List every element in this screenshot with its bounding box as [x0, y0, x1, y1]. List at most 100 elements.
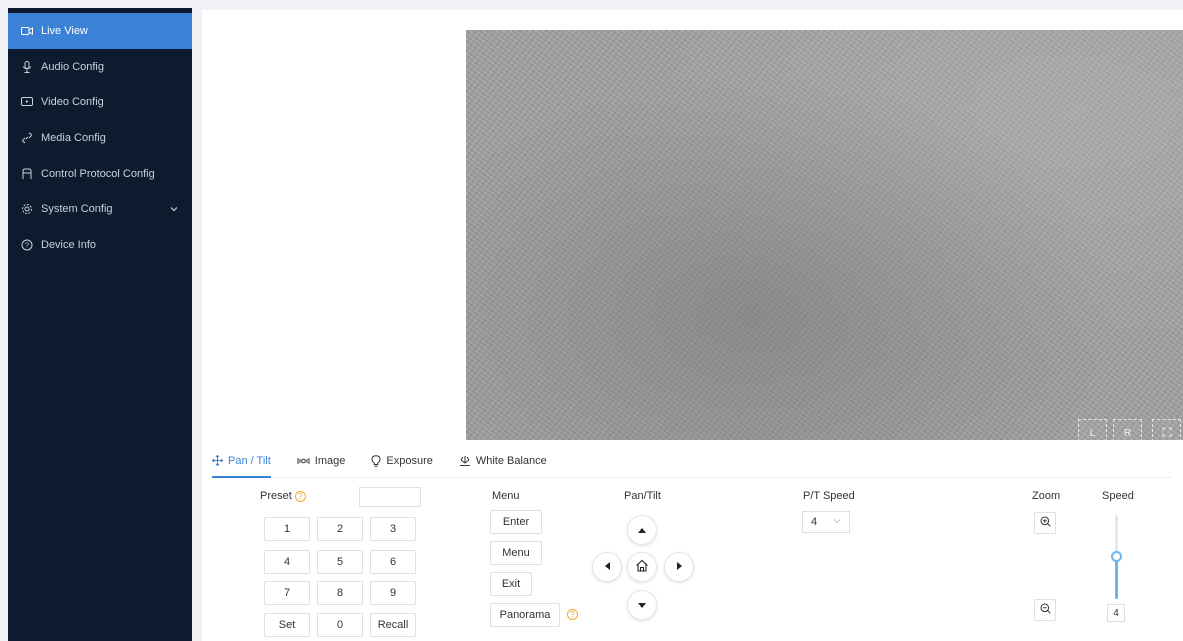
fullscreen-icon	[1162, 427, 1172, 440]
help-icon[interactable]: ?	[567, 609, 578, 620]
preset-number-input[interactable]	[359, 487, 421, 507]
key-label: 2	[336, 523, 344, 535]
right-channel-button[interactable]: R	[1113, 419, 1142, 440]
caret-down-icon	[637, 598, 647, 612]
sidebar-item-label: Live View	[41, 24, 88, 37]
sidebar-item-device-info[interactable]: ? Device Info	[8, 227, 192, 263]
menu-exit-button[interactable]: Exit	[490, 572, 532, 596]
sidebar-item-label: System Config	[41, 203, 113, 216]
sidebar-item-label: Media Config	[41, 131, 106, 144]
speed-value: 4	[1113, 607, 1119, 619]
tab-exposure[interactable]: Exposure	[371, 444, 433, 477]
main-panel: L R Pan / Tilt Image Exposure White Bala…	[202, 10, 1183, 641]
sidebar-item-media-config[interactable]: Media Config	[8, 120, 192, 156]
sidebar-item-label: Video Config	[41, 96, 104, 109]
tab-label: Exposure	[386, 454, 433, 467]
button-label: Enter	[502, 516, 530, 528]
preset-key-6[interactable]: 6	[370, 550, 416, 574]
screen-icon	[20, 95, 34, 109]
sidebar-item-video-config[interactable]: Video Config	[8, 84, 192, 120]
key-label: 7	[283, 587, 291, 599]
sidebar-item-control-protocol-config[interactable]: Control Protocol Config	[8, 156, 192, 192]
zoom-out-button[interactable]	[1034, 599, 1056, 621]
key-label: 4	[283, 556, 291, 568]
home-icon	[635, 559, 649, 575]
menu-panorama-button[interactable]: Panorama	[490, 603, 560, 627]
menu-enter-button[interactable]: Enter	[490, 510, 542, 534]
ptspeed-select[interactable]: 4	[802, 511, 850, 533]
link-icon	[20, 131, 34, 145]
zoom-out-icon	[1040, 603, 1051, 617]
speed-label: Speed	[1102, 490, 1134, 502]
preset-key-1[interactable]: 1	[264, 517, 310, 541]
microphone-icon	[20, 60, 34, 74]
sidebar-item-label: Audio Config	[41, 60, 104, 73]
zoom-in-icon	[1040, 516, 1051, 530]
tab-image[interactable]: Image	[297, 444, 346, 477]
tab-pan-tilt[interactable]: Pan / Tilt	[212, 444, 271, 478]
preset-key-7[interactable]: 7	[264, 581, 310, 605]
key-label: 5	[336, 556, 344, 568]
caret-up-icon	[637, 523, 647, 537]
sidebar-item-audio-config[interactable]: Audio Config	[8, 49, 192, 85]
sidebar-item-live-view[interactable]: Live View	[8, 13, 192, 49]
sidebar-item-system-config[interactable]: System Config	[8, 191, 192, 227]
tab-label: Pan / Tilt	[228, 454, 271, 467]
image-icon	[297, 456, 310, 466]
preset-key-0[interactable]: 0	[317, 613, 363, 637]
button-label: Menu	[502, 547, 530, 559]
caret-left-icon	[604, 560, 611, 574]
chevron-down-icon	[170, 203, 178, 215]
ptspeed-label: P/T Speed	[803, 490, 855, 502]
tab-label: Image	[314, 454, 346, 467]
key-label: 9	[389, 587, 397, 599]
preset-set-button[interactable]: Set	[264, 613, 310, 637]
fullscreen-button[interactable]	[1152, 419, 1181, 440]
left-channel-label: L	[1089, 427, 1096, 439]
preset-key-9[interactable]: 9	[370, 581, 416, 605]
menu-menu-button[interactable]: Menu	[490, 541, 542, 565]
pan-left-button[interactable]	[592, 552, 622, 582]
preset-key-2[interactable]: 2	[317, 517, 363, 541]
caret-right-icon	[676, 560, 683, 574]
speed-slider-thumb[interactable]	[1111, 551, 1122, 562]
preset-recall-button[interactable]: Recall	[370, 613, 416, 637]
preset-label: Preset?	[260, 490, 306, 502]
svg-text:?: ?	[25, 242, 29, 249]
video-frame	[466, 30, 1183, 440]
left-channel-button[interactable]: L	[1078, 419, 1107, 440]
help-icon[interactable]: ?	[294, 490, 306, 502]
info-icon: ?	[20, 238, 34, 252]
live-video-view[interactable]: L R	[466, 30, 1183, 440]
balance-icon	[459, 455, 471, 466]
preset-key-3[interactable]: 3	[370, 517, 416, 541]
zoom-in-button[interactable]	[1034, 512, 1056, 534]
key-label: 3	[389, 523, 397, 535]
preset-key-8[interactable]: 8	[317, 581, 363, 605]
chevron-down-icon	[833, 516, 841, 526]
home-button[interactable]	[627, 552, 657, 582]
pantilt-label: Pan/Tilt	[624, 490, 661, 502]
preset-key-5[interactable]: 5	[317, 550, 363, 574]
zoom-label: Zoom	[1032, 490, 1061, 502]
key-label: Recall	[377, 619, 409, 631]
preset-key-4[interactable]: 4	[264, 550, 310, 574]
tilt-up-button[interactable]	[627, 515, 657, 545]
key-label: Set	[278, 619, 296, 631]
control-tabs: Pan / Tilt Image Exposure White Balance	[212, 444, 1172, 478]
key-label: 1	[283, 523, 291, 535]
tab-label: White Balance	[475, 454, 547, 467]
sidebar-item-label: Control Protocol Config	[41, 167, 155, 180]
speed-slider-fill	[1115, 561, 1118, 599]
speed-value-box: 4	[1107, 604, 1125, 622]
tilt-down-button[interactable]	[627, 590, 657, 620]
preset-label-text: Preset	[260, 490, 292, 502]
protocol-icon	[20, 167, 34, 181]
move-icon	[212, 455, 223, 466]
pan-right-button[interactable]	[664, 552, 694, 582]
tab-white-balance[interactable]: White Balance	[459, 444, 547, 477]
video-camera-icon	[20, 24, 34, 38]
button-label: Panorama	[499, 609, 551, 621]
right-channel-label: R	[1123, 427, 1132, 439]
button-label: Exit	[501, 578, 521, 590]
